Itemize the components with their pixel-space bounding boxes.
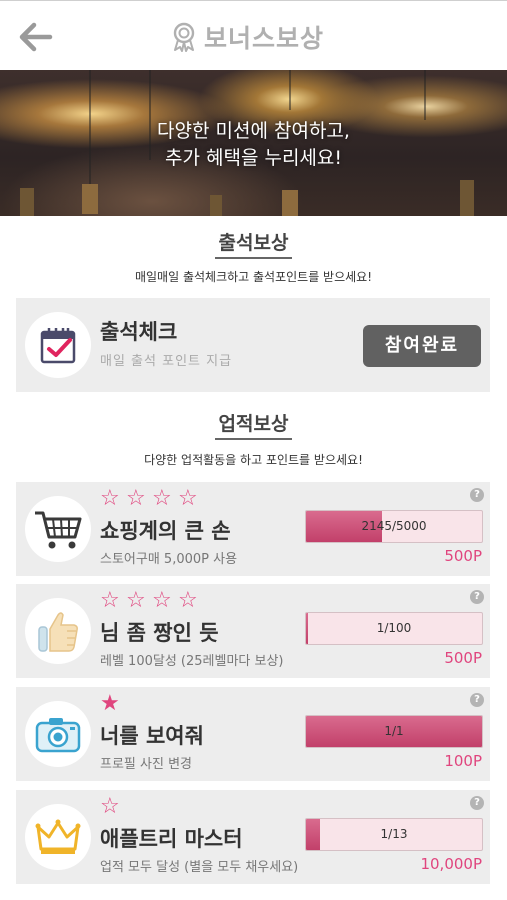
attendance-section-subtitle: 매일매일 출석체크하고 출석포인트를 받으세요! — [134, 270, 373, 284]
progress-label: 1/13 — [380, 827, 408, 841]
crown-icon — [35, 819, 81, 854]
star-empty-icon: ☆ — [152, 588, 172, 613]
attendance-card: 출석체크 매일 출석 포인트 지급 참여완료 — [16, 298, 490, 392]
achievement-points: 10,000P — [420, 855, 482, 873]
help-icon[interactable]: ? — [470, 796, 484, 810]
achievement-title: 애플트리 마스터 — [100, 827, 243, 851]
achievement-subtitle: 프로필 사진 변경 — [100, 757, 192, 772]
achievement-card-profile[interactable]: ★ 너를 보여줘 프로필 사진 변경 ? 1/1 100P — [16, 687, 490, 781]
attendance-subtitle: 매일 출석 포인트 지급 — [100, 354, 233, 369]
header-title-group: 보너스보상 — [172, 19, 324, 55]
back-arrow-icon[interactable] — [18, 21, 54, 53]
banner-text-line2: 추가 혜택을 누리세요! — [164, 147, 343, 169]
achievement-icon-circle — [25, 496, 91, 562]
shopping-cart-icon — [35, 511, 82, 549]
star-empty-icon: ☆ — [100, 486, 120, 511]
page-title: 보너스보상 — [204, 24, 325, 53]
star-empty-icon: ☆ — [126, 486, 146, 511]
camera-icon — [35, 718, 81, 753]
achievement-title: 쇼핑계의 큰 손 — [100, 519, 231, 543]
star-empty-icon: ☆ — [152, 486, 172, 511]
achievement-card-shopping[interactable]: ☆ ☆ ☆ ☆ 쇼핑계의 큰 손 스토어구매 5,000P 사용 ? 2145/500… — [16, 482, 490, 576]
achievement-progress-bar: 1/100 — [305, 612, 483, 645]
banner-text-line1: 다양한 미션에 참여하고, — [157, 120, 350, 142]
achievement-section-subtitle: 다양한 업적활동을 하고 포인트를 받으세요! — [144, 453, 363, 467]
progress-label: 1/1 — [384, 724, 404, 738]
achievement-card-master[interactable]: ☆ 애플트리 마스터 업적 모두 달성 (별을 모두 채우세요) ? 1/13 … — [16, 790, 490, 884]
star-empty-icon: ☆ — [126, 588, 146, 613]
progress-label: 2145/5000 — [361, 519, 427, 533]
star-empty-icon: ☆ — [100, 588, 120, 613]
achievement-stars: ★ — [100, 693, 126, 715]
achievement-subtitle: 업적 모두 달성 (별을 모두 채우세요) — [100, 860, 299, 875]
achievement-section-title: 업적보상 — [0, 409, 507, 440]
achievement-points: 500P — [444, 649, 482, 667]
attendance-icon-circle — [25, 312, 91, 378]
calendar-check-icon — [40, 328, 76, 364]
achievement-stars: ☆ ☆ ☆ ☆ — [100, 488, 204, 510]
help-icon[interactable]: ? — [470, 590, 484, 604]
achievement-progress-bar: 2145/5000 — [305, 510, 483, 543]
help-icon[interactable]: ? — [470, 693, 484, 707]
help-icon[interactable]: ? — [470, 488, 484, 502]
achievement-progress-bar: 1/1 — [305, 715, 483, 748]
achievement-icon-circle — [25, 804, 91, 870]
achievement-subtitle: 레벨 100달성 (25레벨마다 보상) — [100, 654, 284, 669]
achievement-icon-circle — [25, 701, 91, 767]
achievement-stars: ☆ ☆ ☆ ☆ — [100, 590, 204, 612]
app-header: 보너스보상 — [0, 0, 507, 70]
achievement-subtitle: 스토어구매 5,000P 사용 — [100, 552, 238, 567]
star-filled-icon: ★ — [100, 691, 120, 716]
achievement-points: 500P — [444, 547, 482, 565]
achievement-icon-circle — [25, 598, 91, 664]
thumbs-up-icon — [38, 612, 78, 652]
star-empty-icon: ☆ — [100, 794, 120, 819]
ribbon-badge-icon — [173, 22, 195, 52]
achievement-title: 너를 보여줘 — [100, 724, 204, 748]
star-empty-icon: ☆ — [178, 486, 198, 511]
achievement-stars: ☆ — [100, 796, 126, 818]
attendance-title: 출석체크 — [100, 320, 178, 344]
participation-complete-button[interactable]: 참여완료 — [363, 325, 481, 367]
progress-label: 1/100 — [376, 621, 412, 635]
achievement-progress-bar: 1/13 — [305, 818, 483, 851]
achievement-title: 님 좀 짱인 듯 — [100, 621, 219, 645]
achievement-card-level[interactable]: ☆ ☆ ☆ ☆ 님 좀 짱인 듯 레벨 100달성 (25레벨마다 보상) ? 1/1… — [16, 584, 490, 678]
attendance-section-title: 출석보상 — [0, 228, 507, 259]
star-empty-icon: ☆ — [178, 588, 198, 613]
achievement-points: 100P — [444, 752, 482, 770]
